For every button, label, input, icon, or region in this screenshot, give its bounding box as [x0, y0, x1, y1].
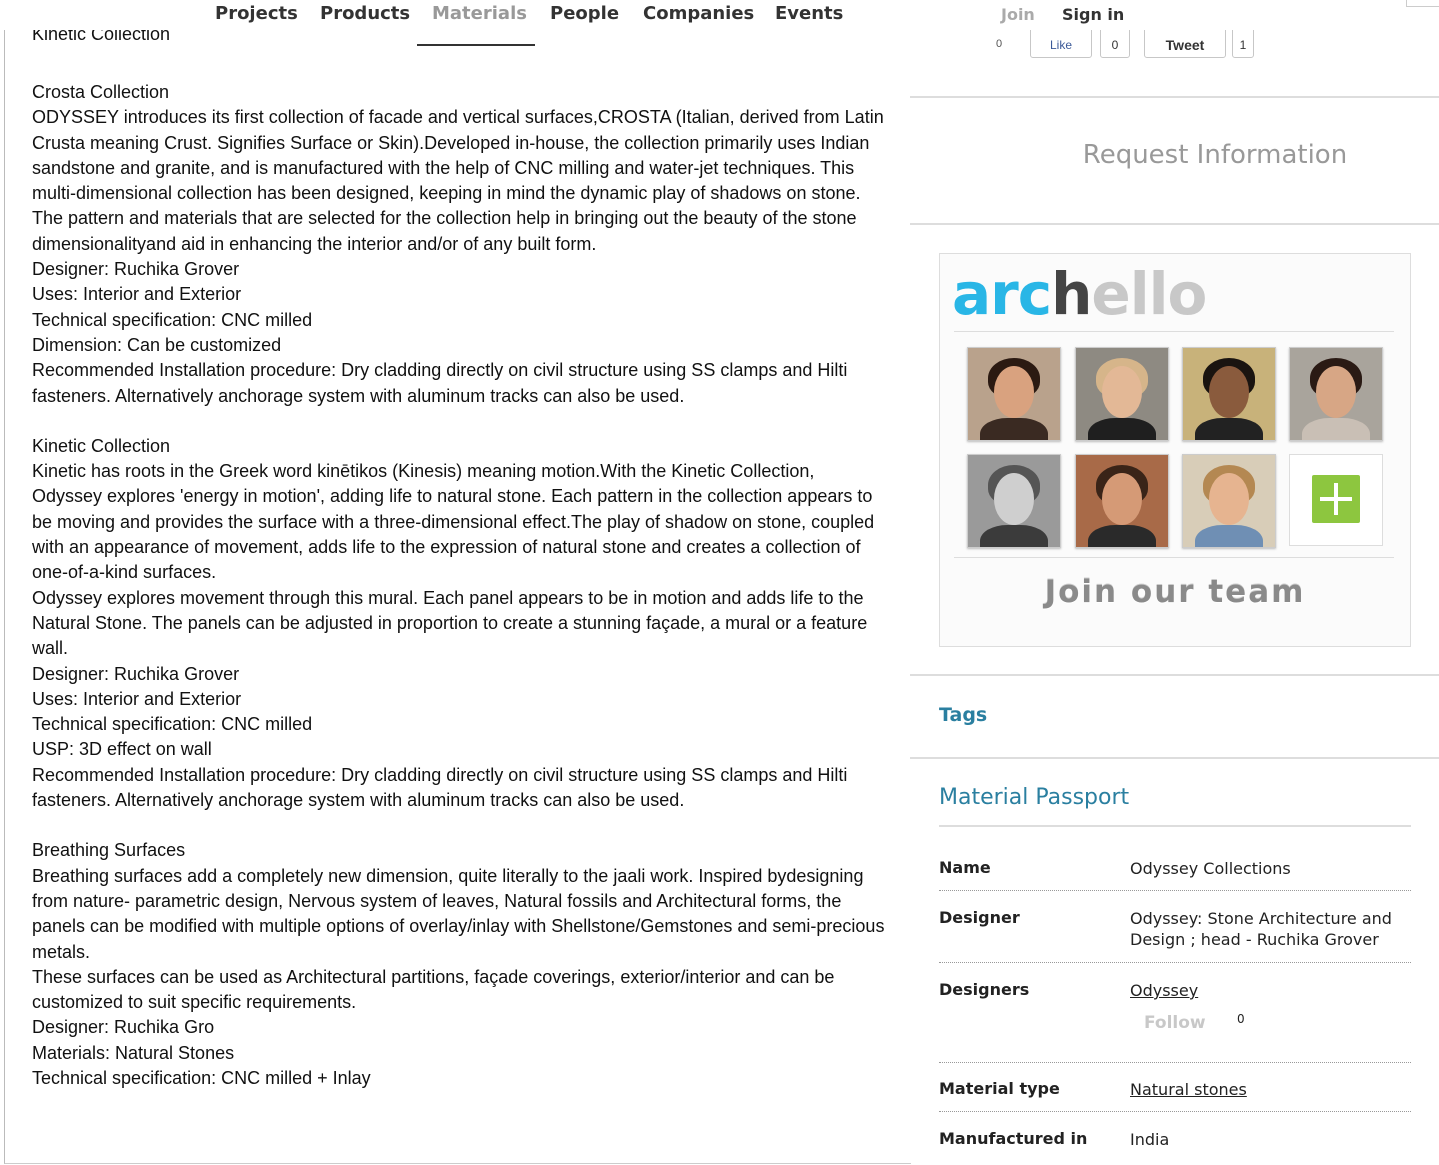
- passport-key: Designer: [939, 908, 1020, 927]
- section-paragraph: Kinetic has roots in the Greek word kinē…: [32, 461, 875, 583]
- section-line: Recommended Installation procedure: Dry …: [32, 360, 848, 406]
- section-line: Technical specification: CNC milled + In…: [32, 1067, 371, 1088]
- tweet-count: 1: [1232, 30, 1254, 58]
- team-photo: [1075, 454, 1169, 548]
- nav-events[interactable]: Events: [775, 3, 843, 24]
- section-crosta: Crosta Collection ODYSSEY introduces its…: [32, 80, 887, 409]
- article-text: Crosta Collection ODYSSEY introduces its…: [32, 80, 887, 1091]
- nav-projects[interactable]: Projects: [215, 3, 298, 24]
- team-photo: [1289, 347, 1383, 441]
- divider: [910, 757, 1439, 759]
- team-photo: [967, 347, 1061, 441]
- section-paragraph: Breathing surfaces add a completely new …: [32, 865, 885, 962]
- section-line: Technical specification: CNC milled: [32, 714, 313, 735]
- passport-value: Odyssey Collections: [1130, 859, 1291, 878]
- section-title: Breathing Surfaces: [32, 840, 186, 861]
- join-plus-tile[interactable]: [1289, 454, 1383, 546]
- section-line: Dimension: Can be customized: [32, 334, 282, 355]
- section-breathing: Breathing Surfaces Breathing surfaces ad…: [32, 838, 887, 1091]
- nav-companies[interactable]: Companies: [643, 3, 754, 24]
- request-information-link[interactable]: Request Information: [910, 140, 1439, 170]
- section-line: Uses: Interior and Exterior: [32, 688, 242, 709]
- section-paragraph: Odyssey explores movement through this m…: [32, 587, 868, 659]
- section-line: Technical specification: CNC milled: [32, 309, 313, 330]
- article-body: Kinetic Collection Crosta Collection ODY…: [4, 30, 911, 1164]
- section-line: Uses: Interior and Exterior: [32, 284, 242, 305]
- material-passport-heading: Material Passport: [939, 785, 1130, 810]
- passport-key: Manufactured in: [939, 1129, 1088, 1148]
- section-paragraph: ODYSSEY introduces its first collection …: [32, 107, 884, 254]
- nav-people[interactable]: People: [550, 3, 619, 24]
- section-line: Designer: Ruchika Grover: [32, 663, 240, 684]
- plus-icon: [1312, 475, 1360, 523]
- ad-divider: [954, 557, 1394, 558]
- divider: [910, 96, 1439, 98]
- passport-key: Material type: [939, 1079, 1060, 1098]
- team-photo: [1075, 347, 1169, 441]
- facebook-like-button[interactable]: Like: [1030, 30, 1092, 58]
- team-photo: [1182, 454, 1276, 548]
- share-count: 0: [996, 38, 1003, 50]
- divider: [910, 674, 1439, 676]
- logo-text-part: h: [1051, 260, 1092, 328]
- archello-logo: archello: [952, 260, 1207, 328]
- passport-value: Natural stones: [1130, 1079, 1410, 1100]
- nav-materials[interactable]: Materials: [432, 3, 527, 24]
- divider: [910, 223, 1439, 225]
- passport-value: Odyssey: [1130, 980, 1410, 1001]
- tweet-button[interactable]: Tweet: [1144, 30, 1226, 58]
- social-share-bar: 0 Like 0 Tweet 1: [910, 30, 1439, 60]
- section-title: Crosta Collection: [32, 82, 170, 102]
- active-nav-underline: [417, 44, 535, 46]
- top-navigation: Projects Products Materials People Compa…: [0, 0, 1439, 30]
- section-line: Recommended Installation procedure: Dry …: [32, 764, 848, 811]
- material-type-link[interactable]: Natural stones: [1130, 1080, 1247, 1099]
- follow-button[interactable]: Follow: [1144, 1013, 1206, 1033]
- passport-key: Name: [939, 858, 991, 877]
- section-kinetic: Kinetic Collection Kinetic has roots in …: [32, 434, 887, 813]
- logo-text-part: arc: [952, 260, 1052, 328]
- passport-row-manufactured: Manufactured in India: [939, 1129, 1411, 1161]
- logo-text-part: ello: [1091, 260, 1207, 328]
- passport-row-designer: Designer Odyssey: Stone Architecture and…: [939, 908, 1411, 963]
- nav-products[interactable]: Products: [320, 3, 410, 24]
- section-title: Kinetic Collection: [32, 435, 171, 456]
- section-line: USP: 3D effect on wall: [32, 739, 212, 760]
- sidebar: 0 Like 0 Tweet 1 Request Information arc…: [910, 30, 1439, 1165]
- designer-link-odyssey[interactable]: Odyssey: [1130, 981, 1198, 1000]
- passport-row-name: Name Odyssey Collections: [939, 858, 1411, 891]
- join-link[interactable]: Join: [1001, 5, 1035, 24]
- sign-in-link[interactable]: Sign in: [1062, 5, 1124, 24]
- team-photo: [1182, 347, 1276, 441]
- archello-ad-banner[interactable]: archello Join our team: [939, 253, 1411, 647]
- passport-divider: [939, 825, 1411, 827]
- cut-heading: Kinetic Collection: [32, 30, 171, 44]
- corner-tab: [1406, 0, 1439, 7]
- join-our-team-text: Join our team: [1044, 574, 1306, 610]
- passport-value: Odyssey: Stone Architecture and Design ;…: [1130, 909, 1392, 949]
- passport-value: India: [1130, 1130, 1170, 1149]
- passport-key: Designers: [939, 980, 1030, 999]
- team-photo: [967, 454, 1061, 548]
- tags-heading: Tags: [939, 704, 988, 726]
- section-line: Designer: Ruchika Grover: [32, 259, 240, 280]
- follow-count: 0: [1237, 1012, 1245, 1026]
- ad-divider: [954, 331, 1394, 332]
- section-line: Designer: Ruchika Gro: [32, 1017, 215, 1038]
- section-paragraph: These surfaces can be used as Architectu…: [32, 966, 835, 1013]
- section-line: Materials: Natural Stones: [32, 1042, 235, 1063]
- passport-row-material-type: Material type Natural stones: [939, 1079, 1411, 1112]
- passport-row-designers: Designers Odyssey Follow 0: [939, 980, 1411, 1063]
- like-count: 0: [1100, 30, 1130, 58]
